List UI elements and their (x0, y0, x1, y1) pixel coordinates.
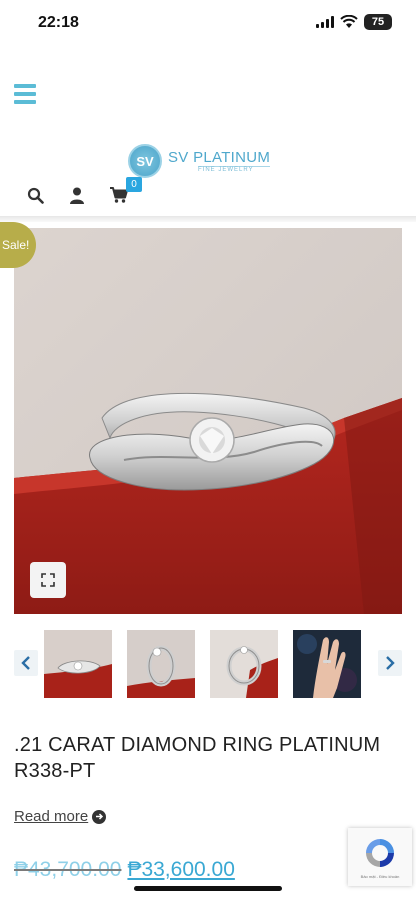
thumbnail-ring-front[interactable] (210, 630, 278, 698)
arrow-right-circle-icon (92, 809, 107, 824)
product-title: .21 CARAT DIAMOND RING PLATINUM R338-PT (14, 734, 381, 782)
sale-price: ₱33,600.00 (127, 858, 235, 881)
wifi-icon (340, 15, 358, 28)
cart-icon[interactable]: 0 (110, 177, 142, 204)
recaptcha-icon (366, 838, 394, 867)
price-row: ₱43,700.00 ₱33,600.00 (14, 858, 235, 882)
account-icon[interactable] (68, 186, 86, 204)
search-icon[interactable] (26, 186, 44, 204)
thumbnail-ring-side[interactable] (44, 630, 112, 698)
site-logo[interactable]: SV SV PLATINUM FINE JEWELRY (128, 143, 271, 179)
thumbnail-ring-angle[interactable] (127, 630, 195, 698)
recaptcha-badge[interactable]: Bảo mật - Điều khoản (348, 828, 412, 886)
hamburger-menu-icon[interactable] (14, 84, 36, 104)
status-icons: 75 (316, 14, 392, 30)
battery-level: 75 (371, 16, 385, 28)
signal-icon (316, 16, 334, 28)
battery-icon: 75 (364, 14, 392, 30)
read-more-label: Read more (14, 808, 89, 825)
thumbnail-next-button[interactable] (378, 650, 402, 676)
status-bar: 22:18 75 (0, 0, 416, 46)
logo-tagline: FINE JEWELRY (198, 166, 271, 173)
logo-badge: SV (128, 144, 162, 178)
original-price: ₱43,700.00 (14, 858, 122, 881)
thumbnail-ring-on-hand[interactable] (293, 630, 361, 698)
logo-name: SV PLATINUM (168, 149, 271, 166)
fullscreen-icon[interactable] (30, 562, 66, 598)
product-main-image[interactable] (14, 228, 402, 614)
recaptcha-text: Bảo mật - Điều khoản (360, 873, 400, 879)
chevron-left-icon (21, 656, 30, 670)
home-indicator[interactable] (134, 886, 282, 891)
thumbnail-prev-button[interactable] (14, 650, 38, 676)
status-time: 22:18 (38, 14, 79, 31)
header-divider (0, 216, 416, 222)
cart-count-badge: 0 (126, 177, 142, 192)
header-icons: 0 (26, 177, 142, 204)
chevron-right-icon (386, 656, 395, 670)
logo-text: SV PLATINUM FINE JEWELRY (168, 149, 271, 173)
read-more-link[interactable]: Read more (14, 808, 107, 825)
